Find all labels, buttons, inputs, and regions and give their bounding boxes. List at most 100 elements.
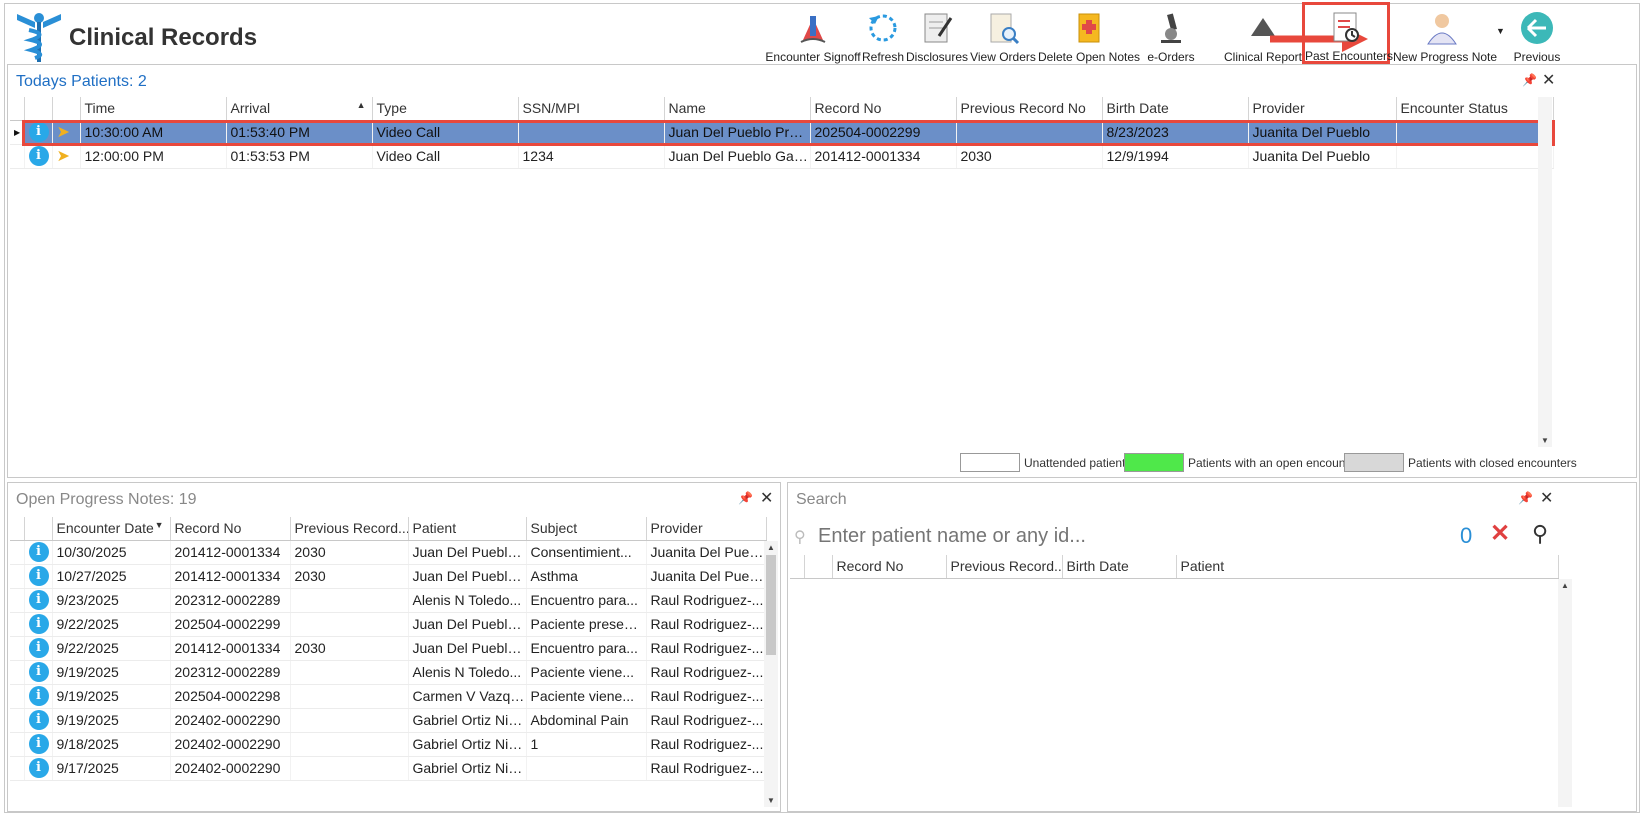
table-cell[interactable]: Juan Del Pueblo... [408,540,527,565]
info-icon[interactable]: i [28,710,49,730]
table-cell[interactable]: Raul Rodriguez-... [646,684,767,709]
table-cell[interactable]: 10/30/2025 [52,540,171,565]
table-cell[interactable]: Alenis N Toledo... [408,660,527,685]
delete-open-notes-button[interactable]: Delete Open Notes [1037,6,1141,68]
column-header[interactable]: Record No [170,517,291,541]
table-cell[interactable]: 9/19/2025 [52,684,171,709]
column-header[interactable]: Birth Date [1062,555,1177,579]
new-progress-note-button[interactable]: New Progress Note [1393,6,1497,68]
view-orders-button[interactable]: View Orders [969,6,1037,68]
table-cell[interactable]: Paciente present... [526,612,647,637]
column-header[interactable]: Provider [646,517,767,541]
table-row[interactable]: i 10/27/2025 201412-0001334 2030 Juan Del Pu… [10,564,767,589]
column-header[interactable]: Previous Record... [290,517,409,541]
column-header[interactable]: Name [664,97,811,121]
close-icon[interactable]: ✕ [760,488,773,508]
table-cell[interactable]: 2030 [290,564,409,589]
table-row[interactable]: i 9/18/2025 202402-0002290 Gabriel Ortiz Ni… [10,732,767,757]
table-row[interactable]: i 9/17/2025 202402-0002290 Gabriel Ortiz Ni… [10,756,767,781]
table-cell[interactable]: 9/17/2025 [52,756,171,781]
info-icon[interactable]: i [28,614,49,634]
vertical-scrollbar[interactable]: ▲ ▼ [764,541,778,807]
table-row[interactable]: i ➤ 12:00:00 PM 01:53:53 PM Video Call 1… [10,144,1554,169]
table-cell[interactable]: Encuentro para... [526,636,647,661]
scrollbar-thumb[interactable] [766,555,776,655]
table-cell[interactable]: 202312-0002289 [170,588,291,613]
table-cell[interactable]: 9/19/2025 [52,708,171,733]
table-cell[interactable]: Consentimient... [526,540,647,565]
info-icon[interactable]: i [28,590,49,610]
info-icon[interactable]: i [28,542,49,562]
vertical-scrollbar[interactable]: ▲ [1558,579,1572,807]
table-cell[interactable]: Gabriel Ortiz Nie... [408,756,527,781]
column-header[interactable]: Arrival ▲ [226,97,373,121]
table-cell[interactable]: Raul Rodriguez-... [646,588,767,613]
info-icon[interactable]: i [28,734,49,754]
column-header[interactable]: Previous Record No [956,97,1103,121]
column-header[interactable]: Subject [526,517,647,541]
table-cell[interactable]: Paciente viene... [526,684,647,709]
vertical-scrollbar[interactable]: ▼ [1538,97,1552,447]
table-cell[interactable]: 202402-0002290 [170,732,291,757]
table-cell[interactable] [290,660,409,685]
previous-button[interactable]: Previous [1511,6,1563,68]
table-cell[interactable]: Raul Rodriguez-... [646,612,767,637]
info-icon[interactable]: i [28,662,49,682]
pin-icon[interactable]: 📌 [1518,491,1533,505]
table-cell[interactable] [290,612,409,637]
table-cell[interactable]: 9/22/2025 [52,612,171,637]
scroll-down-icon[interactable]: ▼ [1538,436,1552,445]
table-cell[interactable]: 202312-0002289 [170,660,291,685]
info-icon[interactable]: i [28,122,49,142]
new-progress-note-dropdown-icon[interactable]: ▼ [1496,26,1505,36]
table-cell[interactable]: Raul Rodriguez-... [646,708,767,733]
table-cell[interactable]: Gabriel Ortiz Nie... [408,732,527,757]
column-header[interactable]: Patient [1176,555,1559,579]
table-cell[interactable]: 202504-0002299 [170,612,291,637]
table-cell[interactable]: Raul Rodriguez-... [646,636,767,661]
scroll-up-icon[interactable]: ▲ [764,543,778,552]
table-cell[interactable]: Juanita Del Pueblo [646,540,767,565]
table-cell[interactable]: 201412-0001334 [170,564,291,589]
info-icon[interactable]: i [28,638,49,658]
table-cell[interactable]: Gabriel Ortiz Nie... [408,708,527,733]
table-cell[interactable]: Alenis N Toledo... [408,588,527,613]
e-orders-button[interactable]: e-Orders [1141,6,1201,68]
info-icon[interactable]: i [28,758,49,778]
table-cell[interactable] [526,756,647,781]
clear-search-icon[interactable]: ✕ [1490,519,1510,548]
table-cell[interactable]: 1 [526,732,647,757]
pin-icon[interactable]: 📌 [738,491,753,505]
column-header[interactable]: SSN/MPI [518,97,665,121]
table-cell[interactable]: 202504-0002298 [170,684,291,709]
close-icon[interactable]: ✕ [1540,488,1553,508]
info-icon[interactable]: i [28,566,49,586]
table-cell[interactable]: 10/27/2025 [52,564,171,589]
column-header[interactable]: Encounter Date ▼ [52,517,171,541]
table-cell[interactable]: 9/23/2025 [52,588,171,613]
table-cell[interactable]: Juan Del Pueblo... [408,636,527,661]
table-cell[interactable] [290,756,409,781]
pin-icon[interactable]: 📌 [1522,73,1537,87]
table-cell[interactable]: Raul Rodriguez-... [646,660,767,685]
column-header[interactable]: Previous Record... [946,555,1063,579]
refresh-button[interactable]: Refresh [861,6,905,68]
column-header[interactable]: Record No [832,555,947,579]
column-header[interactable]: Record No [810,97,957,121]
table-cell[interactable] [290,708,409,733]
table-cell[interactable] [290,684,409,709]
table-row[interactable]: i 9/19/2025 202504-0002298 Carmen V Vazqu..… [10,684,767,709]
table-cell[interactable]: Raul Rodriguez-... [646,732,767,757]
scroll-down-icon[interactable]: ▼ [764,796,778,805]
table-cell[interactable]: 2030 [290,540,409,565]
table-row[interactable]: i 9/22/2025 201412-0001334 2030 Juan Del Pue… [10,636,767,661]
table-cell[interactable] [290,732,409,757]
column-header[interactable]: Patient [408,517,527,541]
table-cell[interactable]: Encuentro para... [526,588,647,613]
table-cell[interactable]: 9/22/2025 [52,636,171,661]
table-row[interactable]: i 9/19/2025 202312-0002289 Alenis N Toledo.… [10,660,767,685]
table-cell[interactable]: 9/18/2025 [52,732,171,757]
magnifier-icon[interactable]: ⚲ [1532,521,1548,547]
column-header[interactable]: Time [80,97,227,121]
table-cell[interactable]: Raul Rodriguez-... [646,756,767,781]
